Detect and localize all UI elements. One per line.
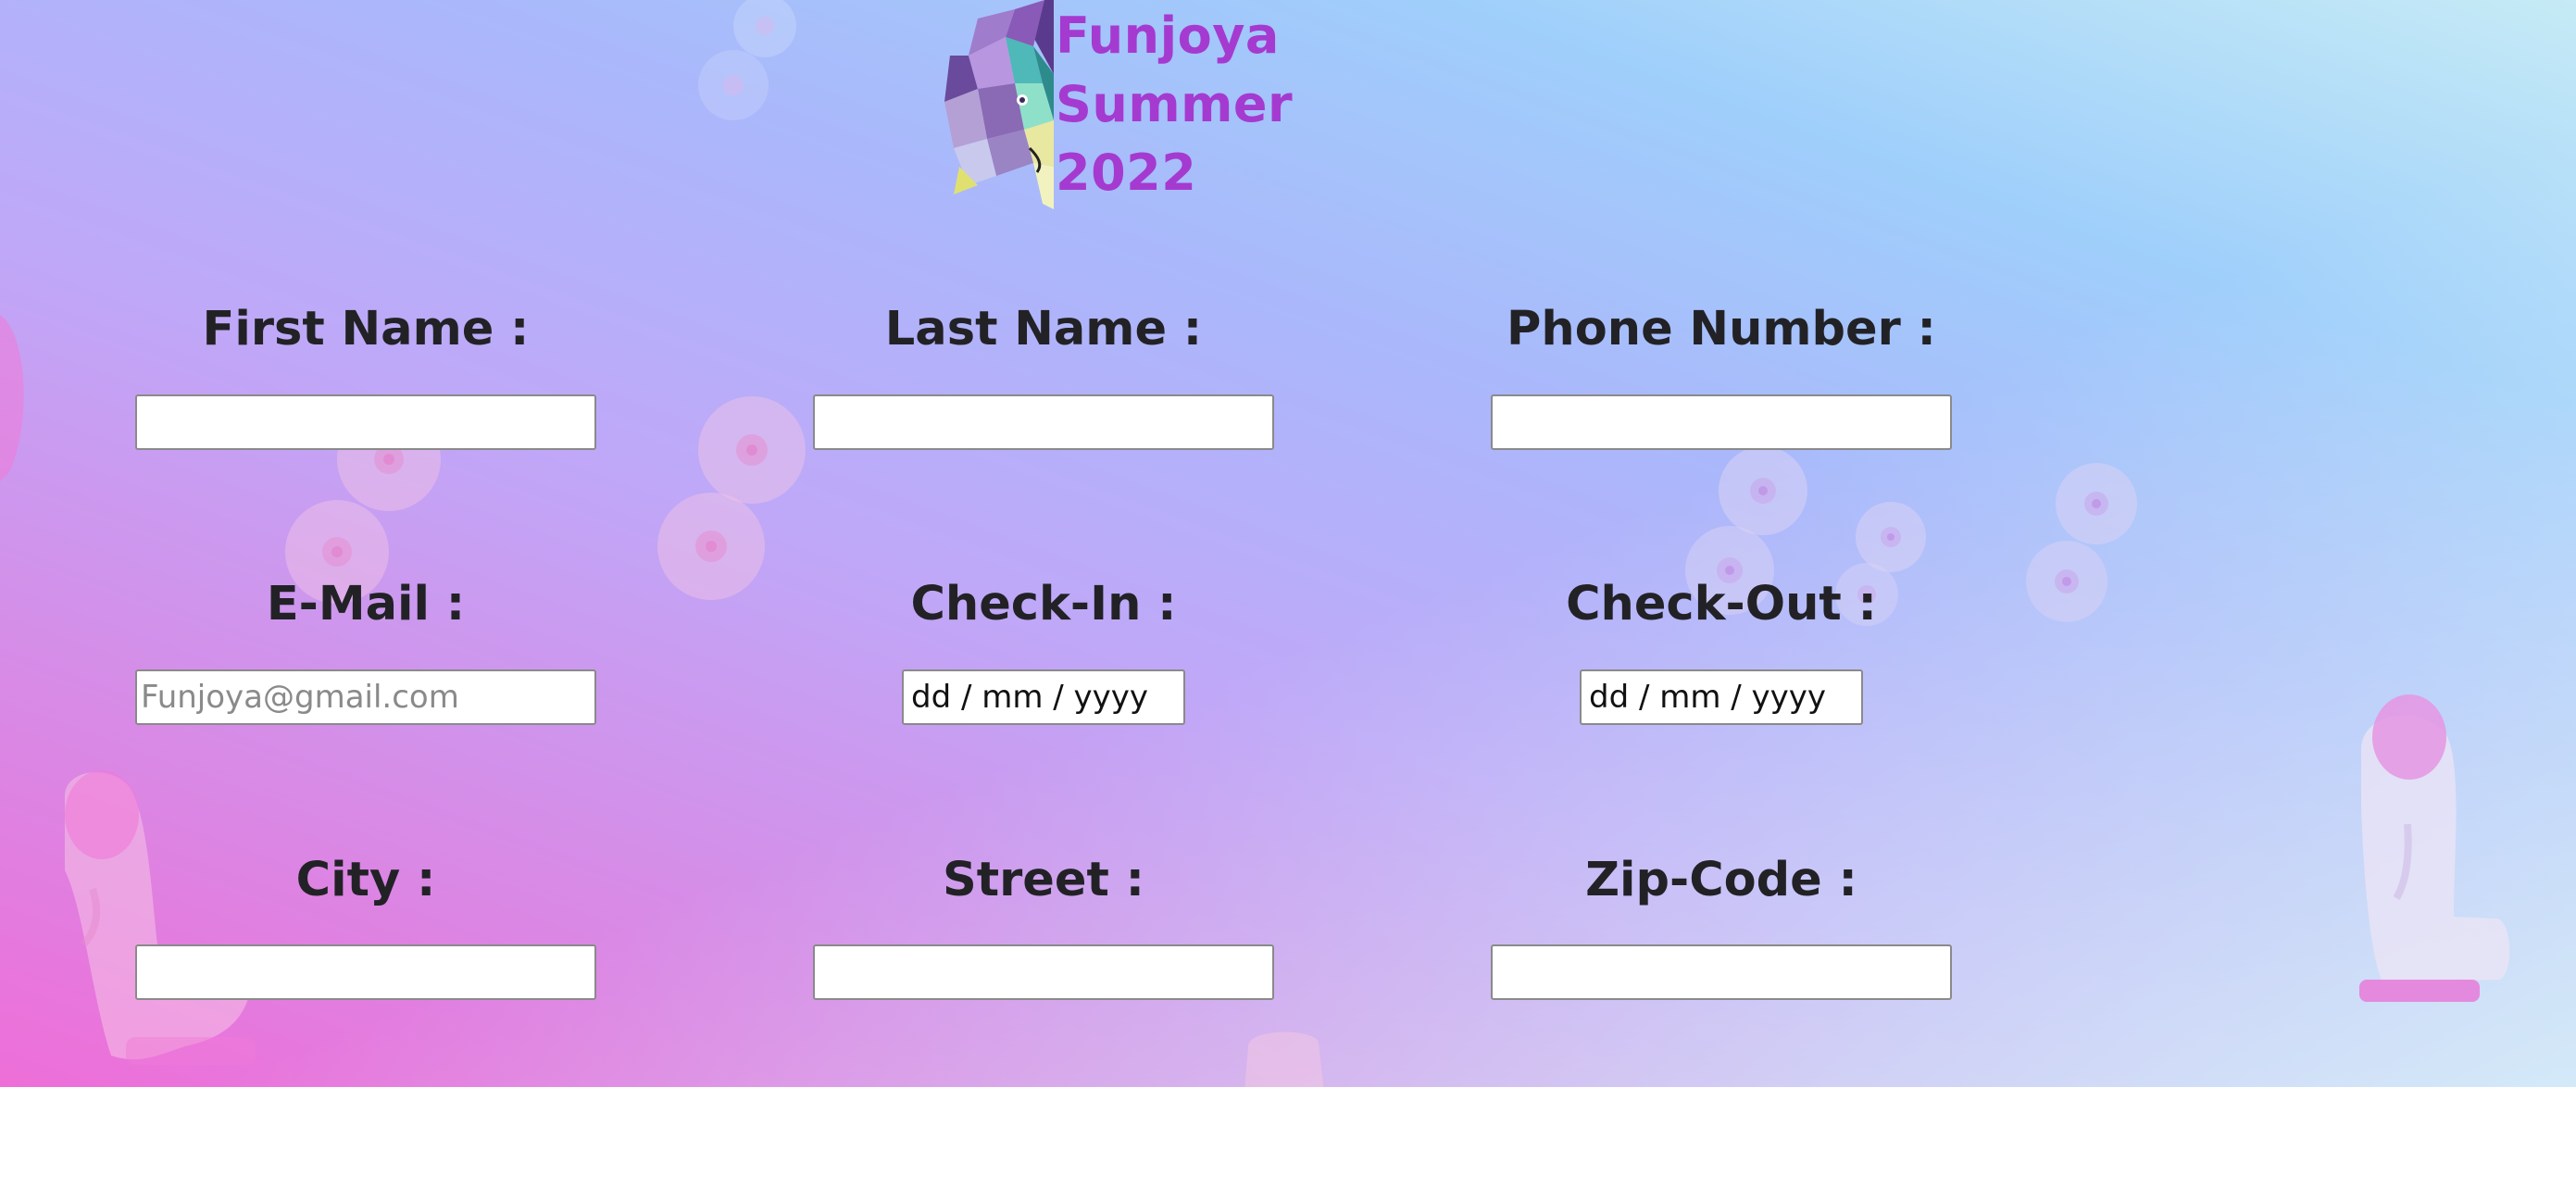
- email-label: E-Mail :: [266, 577, 466, 631]
- disc-cluster-icon: [657, 396, 806, 600]
- last-name-input[interactable]: [813, 394, 1274, 450]
- disc-cluster-icon: [698, 0, 796, 120]
- brand-title-line: Summer: [1056, 75, 1294, 133]
- cone-icon: [1244, 1031, 1324, 1087]
- street-input[interactable]: [813, 944, 1274, 1000]
- phone-number-input[interactable]: [1491, 394, 1952, 450]
- first-name-label: First Name :: [202, 302, 530, 356]
- brand-title-line: Funjoya: [1056, 6, 1280, 65]
- zip-code-input[interactable]: [1491, 944, 1952, 1000]
- check-in-date-input[interactable]: dd / mm / yyyy: [902, 669, 1185, 725]
- street-label: Street :: [943, 853, 1144, 907]
- page: Funjoya Summer 2022 First Name : Last Na…: [0, 0, 2576, 1200]
- bottle-icon: [2359, 694, 2510, 1002]
- bottle-icon: [65, 770, 256, 1065]
- city-label: City :: [295, 853, 436, 907]
- lion-head-polygon-icon: [944, 0, 1054, 209]
- first-name-input[interactable]: [135, 394, 596, 450]
- email-input[interactable]: [135, 669, 596, 725]
- check-in-label: Check-In :: [910, 577, 1177, 631]
- last-name-label: Last Name :: [884, 302, 1203, 356]
- brand-title-line: 2022: [1056, 144, 1197, 202]
- check-out-date-input[interactable]: dd / mm / yyyy: [1580, 669, 1863, 725]
- phone-number-label: Phone Number :: [1507, 302, 1936, 356]
- city-input[interactable]: [135, 944, 596, 1000]
- brand-title: Funjoya Summer 2022: [1056, 2, 1361, 207]
- hero-background: Funjoya Summer 2022 First Name : Last Na…: [0, 0, 2576, 1087]
- zip-code-label: Zip-Code :: [1585, 853, 1857, 907]
- check-out-label: Check-Out :: [1566, 577, 1877, 631]
- bottle-icon: [0, 315, 24, 481]
- disc-cluster-icon: [2026, 463, 2137, 622]
